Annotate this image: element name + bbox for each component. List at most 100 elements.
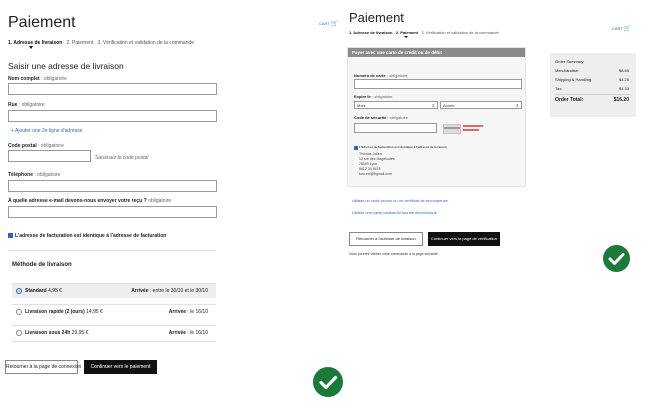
cvv-hint-line: [463, 129, 479, 131]
address-line: tom.exf@hgmail.com: [359, 172, 392, 176]
current-step-indicator-icon: [404, 36, 408, 38]
required-note: : obligatoire: [385, 73, 408, 78]
billing-same-label: L'adresse de facturation est identique à…: [15, 233, 167, 239]
expiry-year-select[interactable]: Année ⇕: [440, 101, 522, 109]
step-payment: 2. Paiement: [395, 30, 419, 35]
card-payment-panel: Payer avec une carte de crédit ou de déb…: [347, 47, 526, 187]
gift-card-link[interactable]: Utiliser une carte-cadeau/la fournie éle…: [352, 210, 437, 215]
back-to-shipping-button[interactable]: Retourner à l'adresse de livraison: [349, 232, 423, 246]
cvv-hint-line: [463, 125, 483, 127]
shipping-option-name: Livraison rapide (2 jours) 14,95 €: [25, 309, 103, 315]
total-value: $16.20: [613, 97, 629, 103]
email-input[interactable]: [8, 206, 217, 218]
expiry-year-value: Année: [443, 103, 455, 108]
required-note: : obligatoire: [38, 143, 64, 149]
shipping-option-standard[interactable]: Standard 4,95 € Arrivée : entre le 30/10…: [12, 283, 216, 298]
continue-to-review-button[interactable]: Continuer vers la page de vérification: [428, 232, 500, 246]
checkout-steps: 1. Adresse de livraison 2. Paiement 3. V…: [349, 30, 499, 35]
street-label: Rue : obligatoire: [8, 102, 45, 108]
phone-input[interactable]: [8, 180, 217, 192]
billing-same-checkbox[interactable]: [354, 146, 358, 150]
add-address-line-link[interactable]: + Ajouter une 2e ligne d'adresse: [11, 128, 82, 134]
summary-value: $4.25: [618, 77, 629, 82]
required-note: : obligatoire: [370, 94, 393, 99]
summary-label: Merchandise:: [555, 68, 580, 73]
order-summary-panel: Order Summary Merchandise: $8.65 Shippin…: [550, 53, 636, 117]
required-note: obligatoire: [148, 198, 172, 204]
cart-label: CART: [612, 26, 623, 31]
option-price: 14,95 €: [86, 309, 103, 315]
step-review: 3. Vérification et validation de la comm…: [97, 40, 195, 46]
cvv-card-image-icon: [443, 124, 461, 134]
shipping-option-arrival: Arrivée : le 16/10: [169, 330, 208, 336]
email-label: À quelle adresse e-mail devons-nous envo…: [8, 198, 171, 204]
card-number-label: Numéro de carte : obligatoire: [354, 73, 407, 78]
continue-to-payment-button[interactable]: Continuer vers le paiement: [84, 360, 157, 374]
shipping-option-name: Livraison sous 24h 29,95 €: [25, 330, 88, 336]
card-number-input[interactable]: [354, 79, 522, 89]
postal-input[interactable]: [8, 150, 91, 162]
required-note: : obligatoire: [386, 115, 409, 120]
card-number-label-text: Numéro de carte: [354, 73, 386, 78]
expiry-month-value: Mois: [357, 103, 366, 108]
cart-label: CART: [319, 21, 330, 26]
billing-same-checkbox[interactable]: [8, 233, 13, 238]
arrival-date: : entre le 30/10 et le 30/10: [148, 288, 208, 294]
cart-link[interactable]: CART 🛒: [319, 20, 338, 27]
option-name: Livraison sous 24h: [25, 330, 71, 336]
shipping-option-24h[interactable]: Livraison sous 24h 29,95 € Arrivée : le …: [12, 325, 216, 340]
page-title: Paiement: [8, 14, 76, 31]
expiry-label-text: Expire le: [354, 94, 371, 99]
cvv-input[interactable]: [354, 123, 437, 133]
success-check-icon: [313, 367, 343, 397]
shipping-method-title: Méthode de livraison: [12, 262, 72, 268]
summary-label: Tax:: [555, 86, 563, 91]
promo-code-link[interactable]: Utiliser un code promo ou un certificat …: [352, 198, 448, 203]
cvv-label-text: Code de sécurité: [354, 115, 387, 120]
radio-selected-icon[interactable]: [16, 288, 22, 294]
option-price: 29,95 €: [71, 330, 89, 336]
order-summary-title: Order Summary: [555, 59, 584, 64]
summary-value: $1.33: [618, 86, 629, 91]
street-input[interactable]: [8, 110, 217, 122]
phone-label-text: Téléphone: [8, 172, 34, 178]
card-panel-header: Payer avec une carte de crédit ou de déb…: [348, 48, 525, 57]
summary-row-tax: Tax: $1.33: [555, 86, 635, 91]
option-name: Standard: [25, 288, 47, 294]
step-shipping: 1. Adresse de livraison: [349, 30, 393, 35]
billing-same-label: L'adresse de facturation est identique à…: [359, 145, 447, 149]
arrival-date: : le 16/10: [186, 309, 208, 315]
fullname-input[interactable]: [8, 83, 217, 95]
radio-icon[interactable]: [16, 309, 22, 315]
summary-row-total: Order Total: $16.20: [555, 97, 635, 103]
arrival-date: : le 16/10: [186, 330, 208, 336]
fullname-label-text: Nom complet: [8, 76, 40, 82]
shipping-option-express[interactable]: Livraison rapide (2 jours) 14,95 € Arriv…: [12, 304, 216, 319]
step-payment: 2. Paiement: [66, 40, 94, 46]
divider: [555, 94, 631, 95]
divider: [8, 250, 216, 251]
cvv-label: Code de sécurité : obligatoire: [354, 115, 408, 120]
chevron-down-icon: ⇕: [515, 102, 519, 108]
summary-label: Shipping & Handling:: [555, 77, 593, 82]
arrival-label: Arrivée: [168, 330, 187, 336]
step-shipping: 1. Adresse de livraison: [8, 40, 63, 46]
radio-icon[interactable]: [16, 330, 22, 336]
cart-link[interactable]: CART 🛒: [612, 25, 631, 32]
arrival-label: Arrivée: [168, 309, 187, 315]
fullname-label: Nom complet : obligatoire: [8, 76, 67, 82]
required-note: : obligatoire: [18, 102, 45, 108]
success-check-icon: [603, 245, 630, 272]
cart-icon: 🛒: [623, 26, 632, 32]
arrival-label: Arrivée: [131, 288, 149, 294]
current-step-indicator-icon: [29, 46, 33, 49]
payment-page-title: Paiement: [349, 10, 404, 25]
shipping-option-name: Standard 4,95 €: [25, 288, 62, 294]
postal-hint: Saisissez le code postal: [95, 155, 149, 161]
postal-label: Code postal : obligatoire: [8, 143, 64, 149]
checkout-steps: 1. Adresse de livraison 2. Paiement 3. V…: [8, 40, 194, 46]
cart-icon: 🛒: [330, 21, 339, 27]
required-note: : obligatoire: [34, 172, 61, 178]
expiry-month-select[interactable]: Mois ⇕: [354, 101, 438, 109]
back-to-login-button[interactable]: Retourner à la page de connexion: [5, 360, 81, 374]
